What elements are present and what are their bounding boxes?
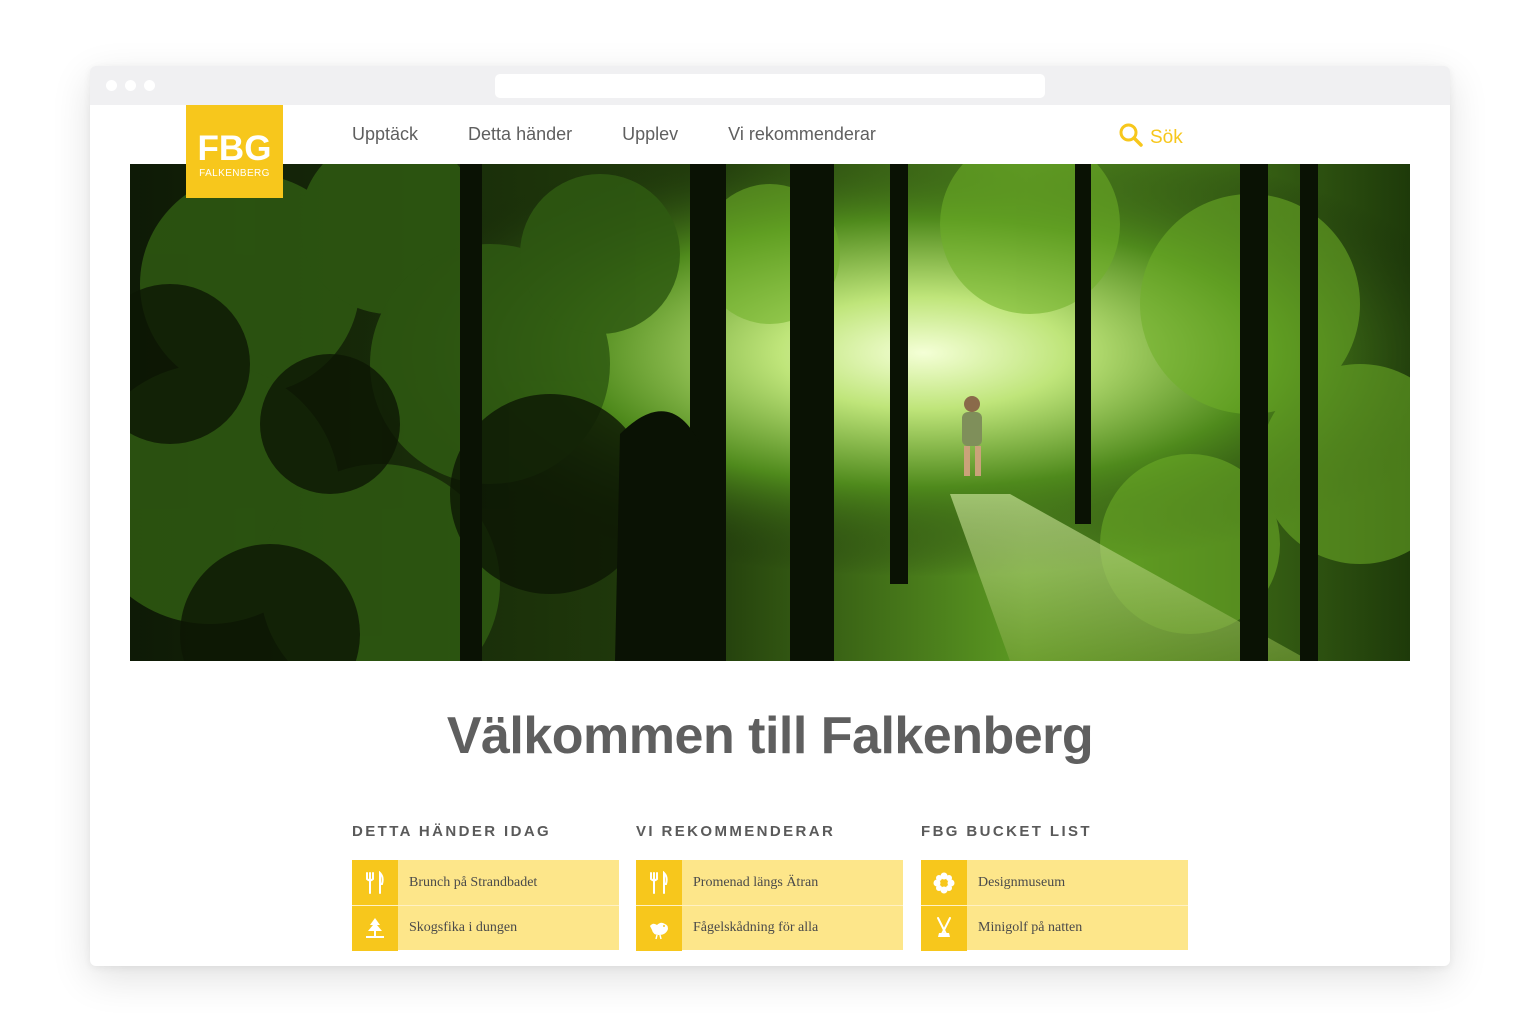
window-dot-maximize[interactable]	[144, 80, 155, 91]
list-item[interactable]: Skogsfika i dungen	[352, 905, 619, 951]
nav-item-vi-rekommenderar[interactable]: Vi rekommenderar	[728, 124, 876, 145]
section-vi-rekommenderar: VI REKOMMENDERAR Promenad längs Ätran Få…	[636, 823, 903, 951]
list-item-label: Fågelskådning för alla	[693, 920, 819, 935]
list-item-label: Designmuseum	[978, 874, 1066, 890]
list-item-label: Minigolf på natten	[978, 920, 1083, 935]
fork-knife-icon	[352, 860, 398, 905]
list-item[interactable]: Fågelskådning för alla	[636, 905, 903, 951]
hero-image	[130, 164, 1410, 661]
fork-knife-icon	[636, 860, 682, 905]
address-bar[interactable]	[495, 74, 1045, 98]
window-dot-close[interactable]	[106, 80, 117, 91]
nav-item-upptack[interactable]: Upptäck	[352, 124, 418, 145]
logo-subtitle: FALKENBERG	[199, 167, 270, 179]
search-button[interactable]: Sök	[1118, 122, 1183, 153]
logo-mark: FBG	[197, 128, 272, 168]
flower-icon	[921, 860, 967, 905]
list-item-label: Promenad längs Ätran	[693, 874, 819, 890]
browser-window: FBG FALKENBERG Upptäck Detta händer Uppl…	[90, 66, 1450, 966]
section-detta-hander-idag: DETTA HÄNDER IDAG Brunch på Strandbadet …	[352, 823, 619, 951]
page-title: Välkommen till Falkenberg	[446, 707, 1094, 765]
search-icon	[1118, 122, 1144, 153]
list-item[interactable]: Promenad längs Ätran	[636, 860, 903, 905]
site-logo[interactable]: FBG FALKENBERG	[186, 105, 283, 198]
tree-icon	[352, 905, 398, 951]
golf-clubs-icon	[921, 905, 967, 951]
bird-icon	[636, 905, 682, 951]
window-controls	[106, 80, 155, 91]
list-item[interactable]: Minigolf på natten	[921, 905, 1188, 951]
list-item[interactable]: Designmuseum	[921, 860, 1188, 905]
browser-chrome	[90, 66, 1450, 105]
list-item-label: Brunch på Strandbadet	[409, 874, 538, 890]
list-item-label: Skogsfika i dungen	[409, 920, 518, 935]
list-item[interactable]: Brunch på Strandbadet	[352, 860, 619, 905]
section-heading: VI REKOMMENDERAR	[636, 823, 836, 840]
main-nav: Upptäck Detta händer Upplev Vi rekommend…	[352, 124, 926, 145]
section-heading: FBG BUCKET LIST	[921, 823, 1092, 840]
section-heading: DETTA HÄNDER IDAG	[352, 823, 552, 840]
nav-item-detta-hander[interactable]: Detta händer	[468, 124, 572, 145]
section-fbg-bucket-list: FBG BUCKET LIST Designmuseum Minigolf på…	[921, 823, 1188, 951]
search-label: Sök	[1150, 126, 1183, 148]
window-dot-minimize[interactable]	[125, 80, 136, 91]
nav-item-upplev[interactable]: Upplev	[622, 124, 678, 145]
